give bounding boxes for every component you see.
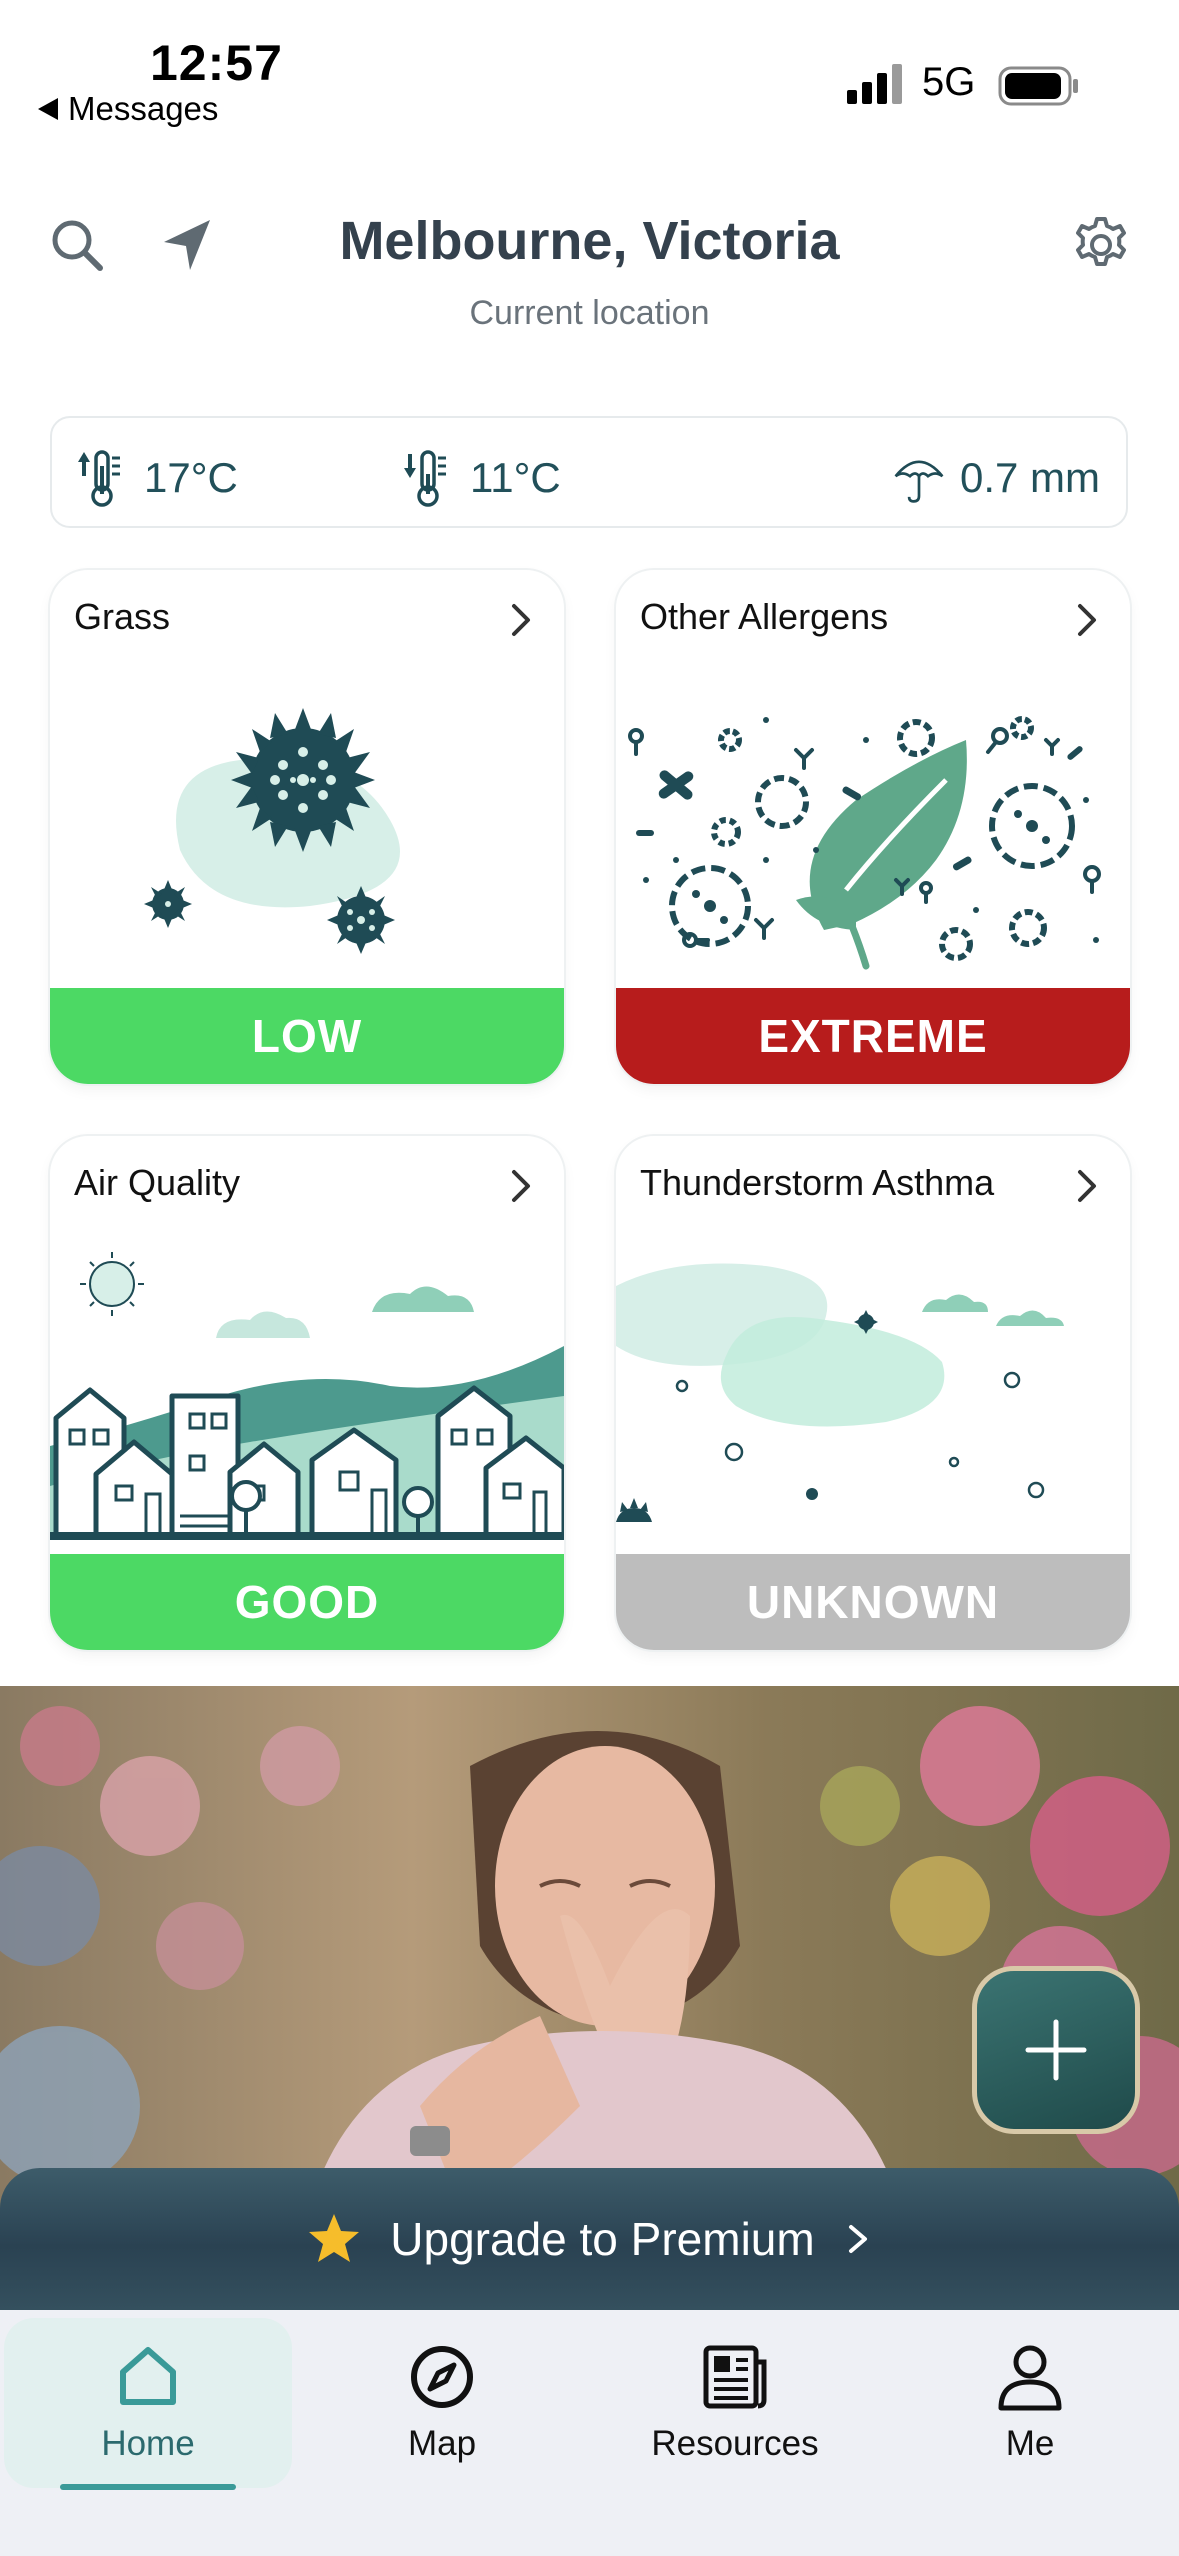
rainfall: 0.7 mm bbox=[892, 448, 1100, 508]
tab-me-label: Me bbox=[1005, 2424, 1055, 2463]
tab-me[interactable]: Me bbox=[920, 2318, 1140, 2488]
settings-gear-icon[interactable] bbox=[1070, 214, 1132, 276]
chevron-right-icon bbox=[1078, 604, 1096, 636]
upgrade-premium-label: Upgrade to Premium bbox=[390, 2213, 815, 2265]
home-icon bbox=[120, 2347, 176, 2405]
active-tab-indicator bbox=[60, 2484, 236, 2490]
grass-card-title: Grass bbox=[74, 596, 171, 637]
person-icon bbox=[998, 2345, 1062, 2411]
thunderstorm-asthma-card-title: Thunderstorm Asthma bbox=[640, 1162, 995, 1203]
air-quality-city-illustration bbox=[50, 1252, 564, 1540]
umbrella-icon bbox=[894, 460, 944, 503]
chevron-right-icon bbox=[848, 2225, 867, 2253]
min-temp-value: 11°C bbox=[470, 454, 561, 501]
location-title[interactable]: Melbourne, Victoria bbox=[0, 210, 1179, 272]
chevron-right-icon bbox=[512, 1170, 530, 1202]
thunderstorm-asthma-level-band: UNKNOWN bbox=[616, 1554, 1130, 1650]
add-entry-button[interactable] bbox=[972, 1966, 1140, 2134]
max-temperature: 17°C bbox=[76, 448, 238, 508]
thermometer-up-icon bbox=[78, 450, 120, 507]
back-to-app-link[interactable]: Messages bbox=[38, 90, 218, 128]
back-app-label: Messages bbox=[68, 90, 219, 127]
battery-icon bbox=[998, 66, 1078, 106]
min-temperature: 11°C bbox=[402, 448, 561, 508]
plus-icon bbox=[1025, 2019, 1087, 2081]
other-allergens-card-title: Other Allergens bbox=[640, 596, 889, 637]
grass-card[interactable]: Grass LOW bbox=[50, 570, 564, 1084]
status-time: 12:57 bbox=[150, 35, 283, 91]
back-triangle-icon bbox=[38, 98, 58, 120]
tab-map[interactable]: Map bbox=[332, 2318, 552, 2488]
grass-level-band: LOW bbox=[50, 988, 564, 1084]
network-type: 5G bbox=[922, 60, 976, 104]
compass-icon bbox=[411, 2346, 473, 2408]
tab-map-label: Map bbox=[407, 2424, 477, 2463]
thunderstorm-asthma-card[interactable]: Thunderstorm Asthma UNKNOWN bbox=[616, 1136, 1130, 1650]
air-quality-level-band: GOOD bbox=[50, 1554, 564, 1650]
upgrade-premium-banner[interactable]: Upgrade to Premium bbox=[0, 2168, 1179, 2310]
tab-home-label: Home bbox=[101, 2424, 195, 2463]
other-allergens-level-band: EXTREME bbox=[616, 988, 1130, 1084]
chevron-right-icon bbox=[1078, 1170, 1096, 1202]
allergens-illustration bbox=[628, 716, 1101, 970]
tab-resources[interactable]: Resources bbox=[620, 2318, 850, 2488]
star-icon bbox=[309, 2214, 360, 2262]
location-subtitle: Current location bbox=[469, 294, 710, 332]
newspaper-icon bbox=[703, 2345, 767, 2409]
thunderstorm-illustration bbox=[616, 1263, 1064, 1522]
max-temp-value: 17°C bbox=[144, 454, 238, 501]
grass-pollen-illustration bbox=[144, 708, 400, 954]
air-quality-card[interactable]: Air Quality GOOD bbox=[50, 1136, 564, 1650]
cellular-signal-icon bbox=[847, 64, 902, 104]
air-quality-card-title: Air Quality bbox=[74, 1162, 241, 1203]
chevron-right-icon bbox=[512, 604, 530, 636]
other-allergens-card[interactable]: Other Allergens EXTREME bbox=[616, 570, 1130, 1084]
weather-summary: 17°C 11°C 0.7 mm bbox=[50, 416, 1128, 528]
rainfall-value: 0.7 mm bbox=[959, 454, 1100, 501]
tab-resources-label: Resources bbox=[651, 2424, 819, 2463]
thermometer-down-icon bbox=[404, 450, 446, 507]
tab-home[interactable]: Home bbox=[4, 2318, 292, 2488]
